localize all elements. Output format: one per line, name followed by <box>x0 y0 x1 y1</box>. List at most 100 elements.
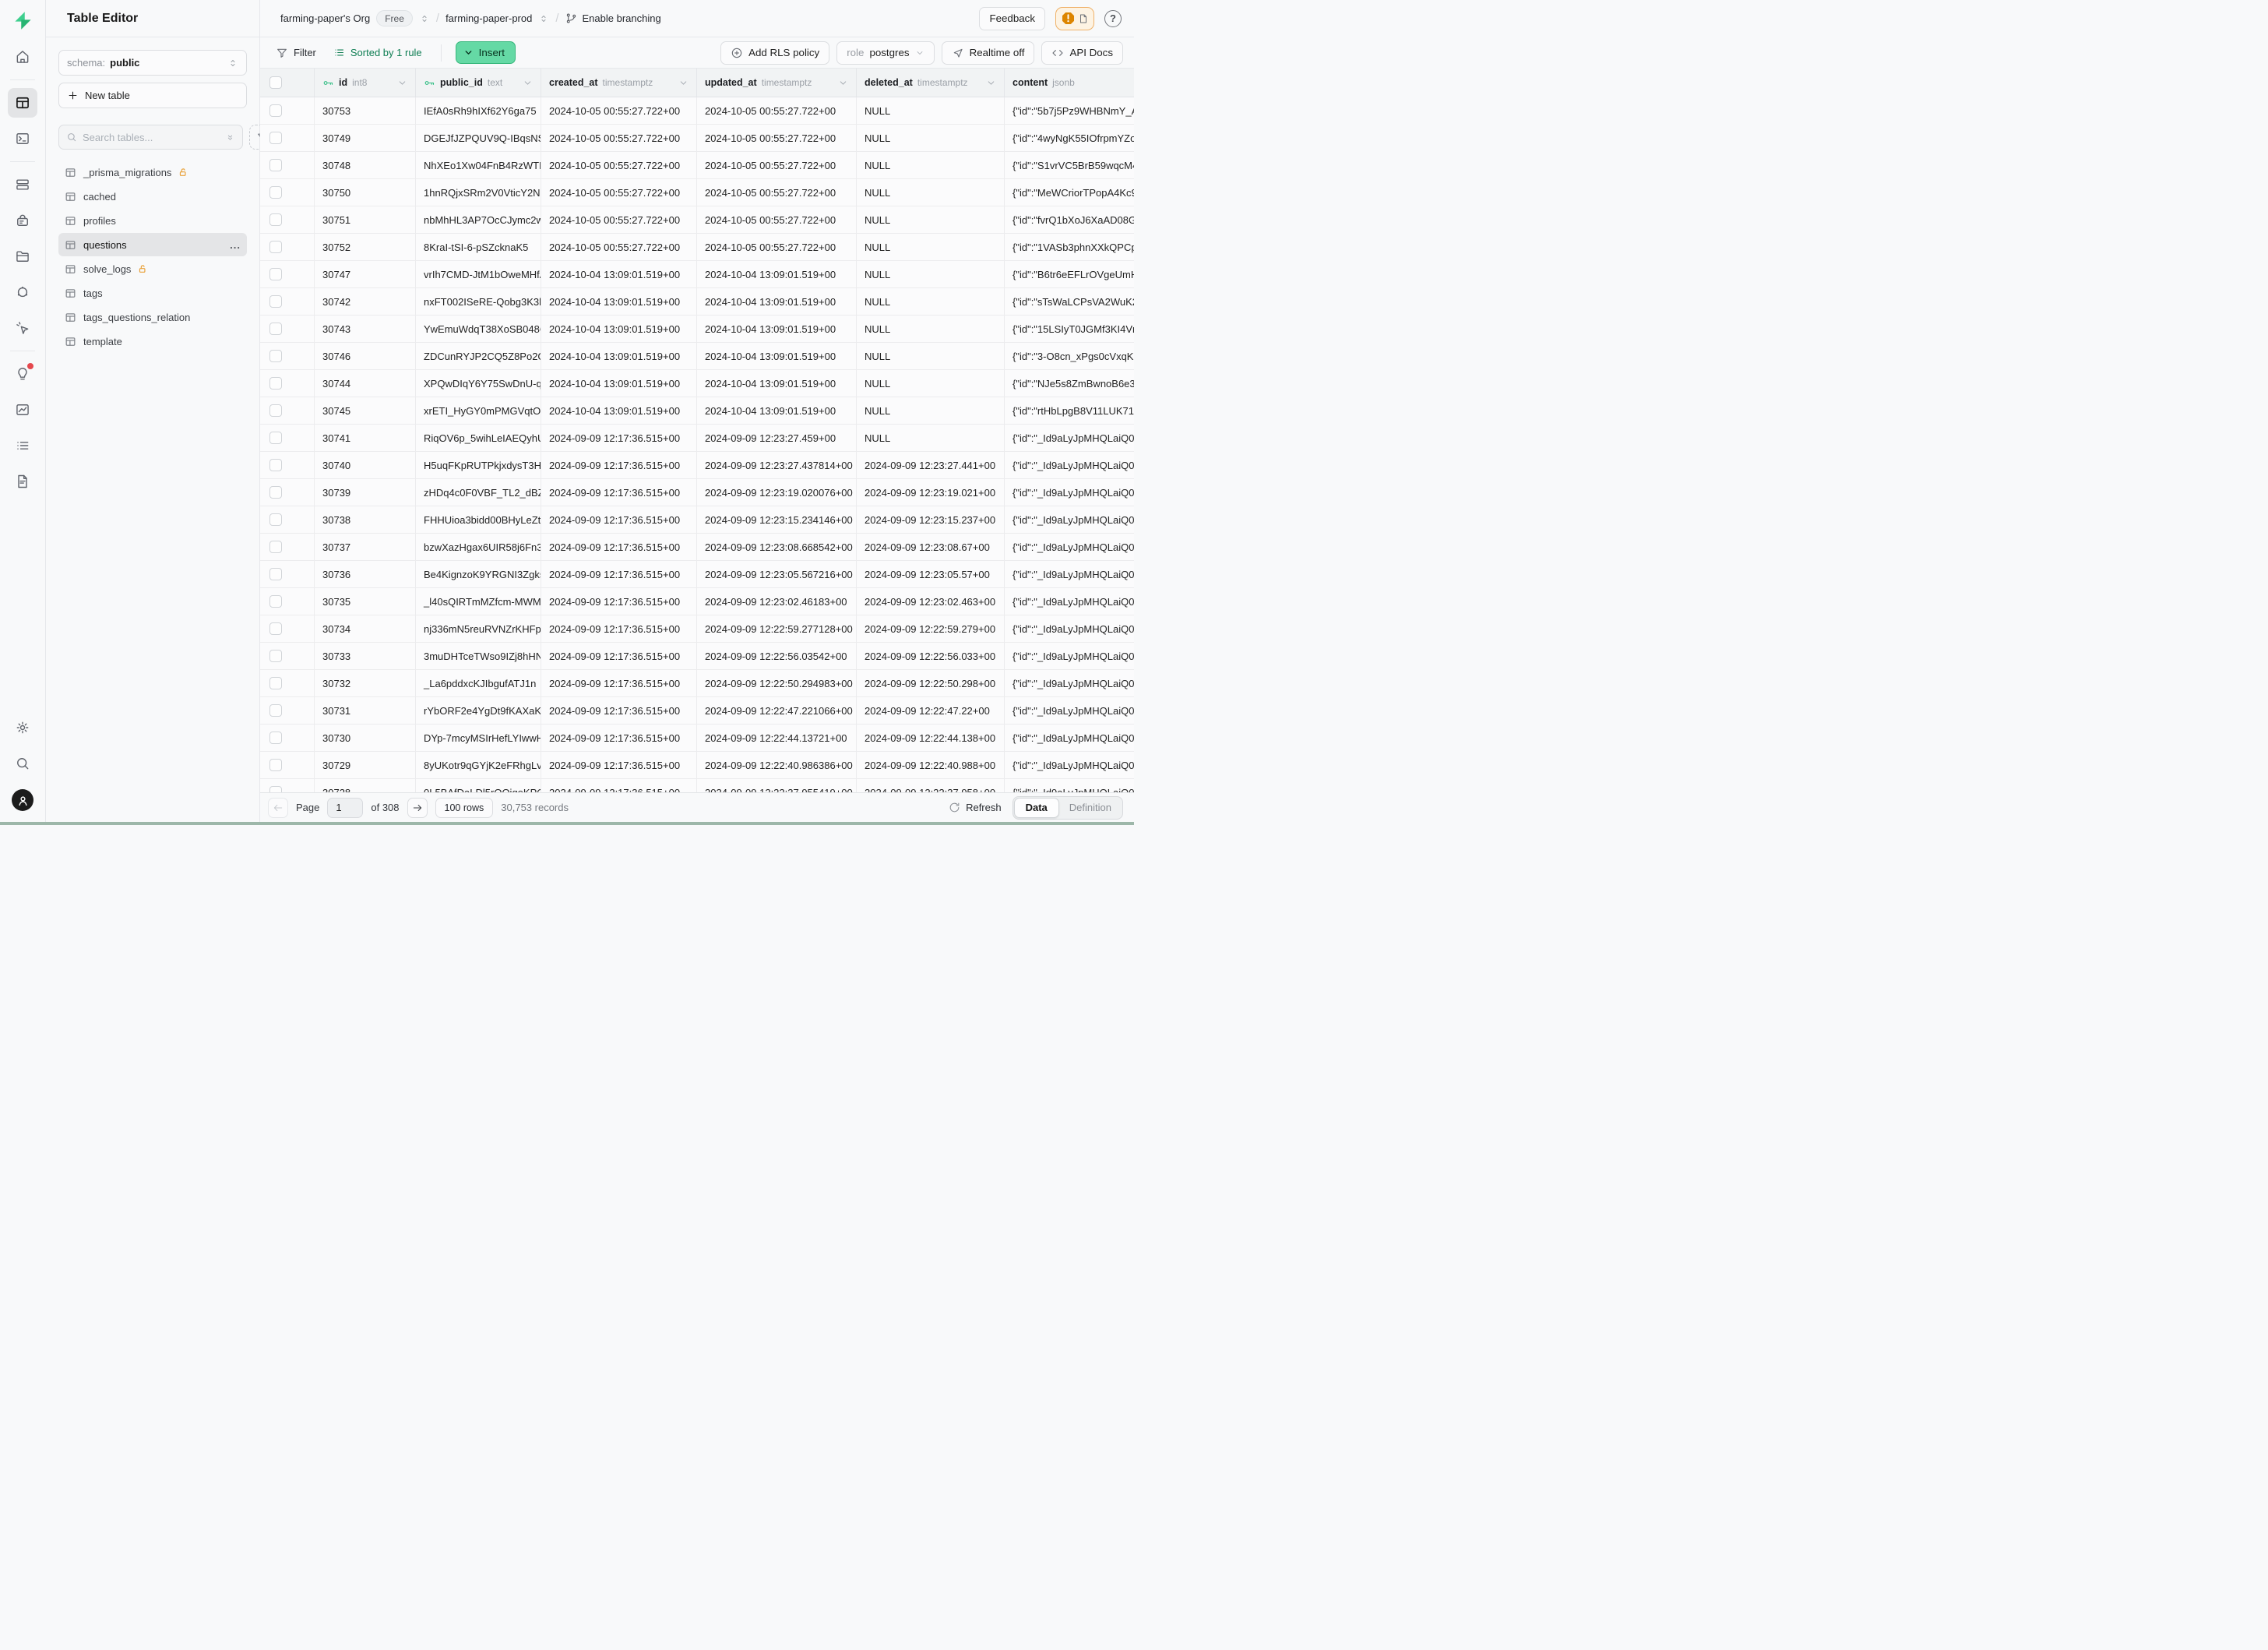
cell-created-at[interactable]: 2024-10-05 00:55:27.722+00 <box>541 152 697 178</box>
cell-content[interactable]: {"id":"MeWCriorTPopA4Kc9 <box>1005 179 1134 206</box>
cell-content[interactable]: {"id":"15LSIyT0JGMf3KI4Vn <box>1005 316 1134 342</box>
search-tables-input[interactable] <box>83 132 220 143</box>
row-checkbox[interactable] <box>269 486 282 499</box>
sidebar-table-item[interactable]: questions ... <box>58 233 247 256</box>
cell-public-id[interactable]: zHDq4c0F0VBF_TL2_dBZ1 <box>416 479 541 506</box>
cell-deleted-at[interactable]: 2024-09-09 12:22:47.22+00 <box>857 697 1005 724</box>
cell-public-id[interactable]: 8yUKotr9qGYjK2eFRhgLv <box>416 752 541 778</box>
cell-created-at[interactable]: 2024-10-04 13:09:01.519+00 <box>541 261 697 287</box>
cell-deleted-at[interactable]: 2024-09-09 12:22:40.988+00 <box>857 752 1005 778</box>
cell-public-id[interactable]: nj336mN5reuRVNZrKHFpF <box>416 615 541 642</box>
feedback-button[interactable]: Feedback <box>979 7 1045 30</box>
tab-definition[interactable]: Definition <box>1059 802 1122 813</box>
cell-id[interactable]: 30739 <box>315 479 416 506</box>
cell-content[interactable]: {"id":"_Id9aLyJpMHQLaiQ0 <box>1005 452 1134 478</box>
cell-deleted-at[interactable]: NULL <box>857 179 1005 206</box>
cell-public-id[interactable]: 0L5BAfDaLDl5rQOiqeKPO <box>416 779 541 792</box>
cell-public-id[interactable]: 1hnRQjxSRm2V0VticY2NF <box>416 179 541 206</box>
filter-button[interactable]: Filter <box>271 47 321 59</box>
cell-content[interactable]: {"id":"3-O8cn_xPgs0cVxqKE <box>1005 343 1134 369</box>
enable-branching-button[interactable]: Enable branching <box>565 12 661 24</box>
database-icon[interactable] <box>8 170 37 199</box>
cell-id[interactable]: 30736 <box>315 561 416 587</box>
cell-deleted-at[interactable]: 2024-09-09 12:23:19.021+00 <box>857 479 1005 506</box>
cell-id[interactable]: 30738 <box>315 506 416 533</box>
cell-public-id[interactable]: nxFT002ISeRE-Qobg3K3k <box>416 288 541 315</box>
prev-page-button[interactable] <box>268 798 288 818</box>
breadcrumb-project[interactable]: farming-paper-prod <box>446 12 532 24</box>
cell-id[interactable]: 30729 <box>315 752 416 778</box>
row-checkbox[interactable] <box>269 786 282 792</box>
cell-content[interactable]: {"id":"4wyNgK55IOfrpmYZo <box>1005 125 1134 151</box>
advisors-icon[interactable] <box>8 359 37 389</box>
cell-content[interactable]: {"id":"_Id9aLyJpMHQLaiQ0 <box>1005 725 1134 751</box>
realtime-toggle-button[interactable]: Realtime off <box>942 41 1035 65</box>
cell-created-at[interactable]: 2024-09-09 12:17:36.515+00 <box>541 506 697 533</box>
cell-id[interactable]: 30745 <box>315 397 416 424</box>
cell-deleted-at[interactable]: NULL <box>857 343 1005 369</box>
cell-public-id[interactable]: DYp-7mcyMSIrHefLYIwwH <box>416 725 541 751</box>
row-checkbox[interactable] <box>269 323 282 335</box>
cell-content[interactable]: {"id":"_Id9aLyJpMHQLaiQ0 <box>1005 506 1134 533</box>
cell-updated-at[interactable]: 2024-10-04 13:09:01.519+00 <box>697 397 857 424</box>
cell-deleted-at[interactable]: NULL <box>857 206 1005 233</box>
cell-deleted-at[interactable]: NULL <box>857 425 1005 451</box>
cell-updated-at[interactable]: 2024-09-09 12:22:50.294983+00 <box>697 670 857 696</box>
sidebar-table-item[interactable]: profiles <box>58 209 247 232</box>
cell-content[interactable]: {"id":"_Id9aLyJpMHQLaiQ0 <box>1005 561 1134 587</box>
cell-updated-at[interactable]: 2024-09-09 12:22:59.277128+00 <box>697 615 857 642</box>
cell-created-at[interactable]: 2024-10-05 00:55:27.722+00 <box>541 234 697 260</box>
cell-id[interactable]: 30732 <box>315 670 416 696</box>
cell-deleted-at[interactable]: 2024-09-09 12:22:44.138+00 <box>857 725 1005 751</box>
cell-deleted-at[interactable]: NULL <box>857 288 1005 315</box>
cell-created-at[interactable]: 2024-10-05 00:55:27.722+00 <box>541 206 697 233</box>
row-checkbox[interactable] <box>269 132 282 144</box>
column-header[interactable]: updated_at timestamptz <box>697 69 857 97</box>
column-header[interactable]: deleted_at timestamptz <box>857 69 1005 97</box>
logs-icon[interactable] <box>8 431 37 460</box>
cell-public-id[interactable]: xrETI_HyGY0mPMGVqtOTM <box>416 397 541 424</box>
cell-content[interactable]: {"id":"_Id9aLyJpMHQLaiQ0 <box>1005 779 1134 792</box>
cell-created-at[interactable]: 2024-10-05 00:55:27.722+00 <box>541 125 697 151</box>
warning-notification-button[interactable] <box>1055 7 1094 30</box>
cell-deleted-at[interactable]: NULL <box>857 152 1005 178</box>
cell-content[interactable]: {"id":"_Id9aLyJpMHQLaiQ0 <box>1005 588 1134 615</box>
cell-updated-at[interactable]: 2024-09-09 12:23:27.459+00 <box>697 425 857 451</box>
cell-created-at[interactable]: 2024-09-09 12:17:36.515+00 <box>541 779 697 792</box>
cell-updated-at[interactable]: 2024-09-09 12:23:08.668542+00 <box>697 534 857 560</box>
row-checkbox[interactable] <box>269 622 282 635</box>
cell-id[interactable]: 30753 <box>315 97 416 124</box>
cell-created-at[interactable]: 2024-09-09 12:17:36.515+00 <box>541 479 697 506</box>
insert-button[interactable]: Insert <box>456 41 516 64</box>
api-docs-button[interactable]: API Docs <box>1041 41 1123 65</box>
cell-id[interactable]: 30750 <box>315 179 416 206</box>
row-checkbox[interactable] <box>269 759 282 771</box>
add-rls-policy-button[interactable]: Add RLS policy <box>720 41 829 65</box>
cell-id[interactable]: 30748 <box>315 152 416 178</box>
cell-updated-at[interactable]: 2024-09-09 12:23:15.234146+00 <box>697 506 857 533</box>
cell-updated-at[interactable]: 2024-09-09 12:22:56.03542+00 <box>697 643 857 669</box>
cell-id[interactable]: 30735 <box>315 588 416 615</box>
settings-gear-icon[interactable] <box>8 713 37 742</box>
cell-id[interactable]: 30740 <box>315 452 416 478</box>
home-icon[interactable] <box>8 42 37 72</box>
select-all-checkbox[interactable] <box>269 76 282 89</box>
cell-updated-at[interactable]: 2024-09-09 12:23:02.46183+00 <box>697 588 857 615</box>
row-checkbox[interactable] <box>269 732 282 744</box>
chevron-down-icon[interactable] <box>838 78 848 88</box>
cell-public-id[interactable]: bzwXazHgax6UIR58j6Fn3 <box>416 534 541 560</box>
cell-content[interactable]: {"id":"rtHbLpgB8V11LUK7152 <box>1005 397 1134 424</box>
cell-content[interactable]: {"id":"_Id9aLyJpMHQLaiQ0 <box>1005 479 1134 506</box>
cell-deleted-at[interactable]: NULL <box>857 316 1005 342</box>
cell-created-at[interactable]: 2024-09-09 12:17:36.515+00 <box>541 588 697 615</box>
cell-public-id[interactable]: nbMhHL3AP7OcCJymc2wT2 <box>416 206 541 233</box>
chevron-down-icon[interactable] <box>523 78 533 88</box>
cell-public-id[interactable]: YwEmuWdqT38XoSB048QYp <box>416 316 541 342</box>
cell-updated-at[interactable]: 2024-10-05 00:55:27.722+00 <box>697 152 857 178</box>
refresh-button[interactable]: Refresh <box>949 802 1002 813</box>
row-checkbox[interactable] <box>269 650 282 662</box>
cell-updated-at[interactable]: 2024-10-04 13:09:01.519+00 <box>697 316 857 342</box>
row-checkbox[interactable] <box>269 104 282 117</box>
page-input[interactable] <box>327 798 363 818</box>
cell-public-id[interactable]: DGEJfJZPQUV9Q-IBqsNSi <box>416 125 541 151</box>
